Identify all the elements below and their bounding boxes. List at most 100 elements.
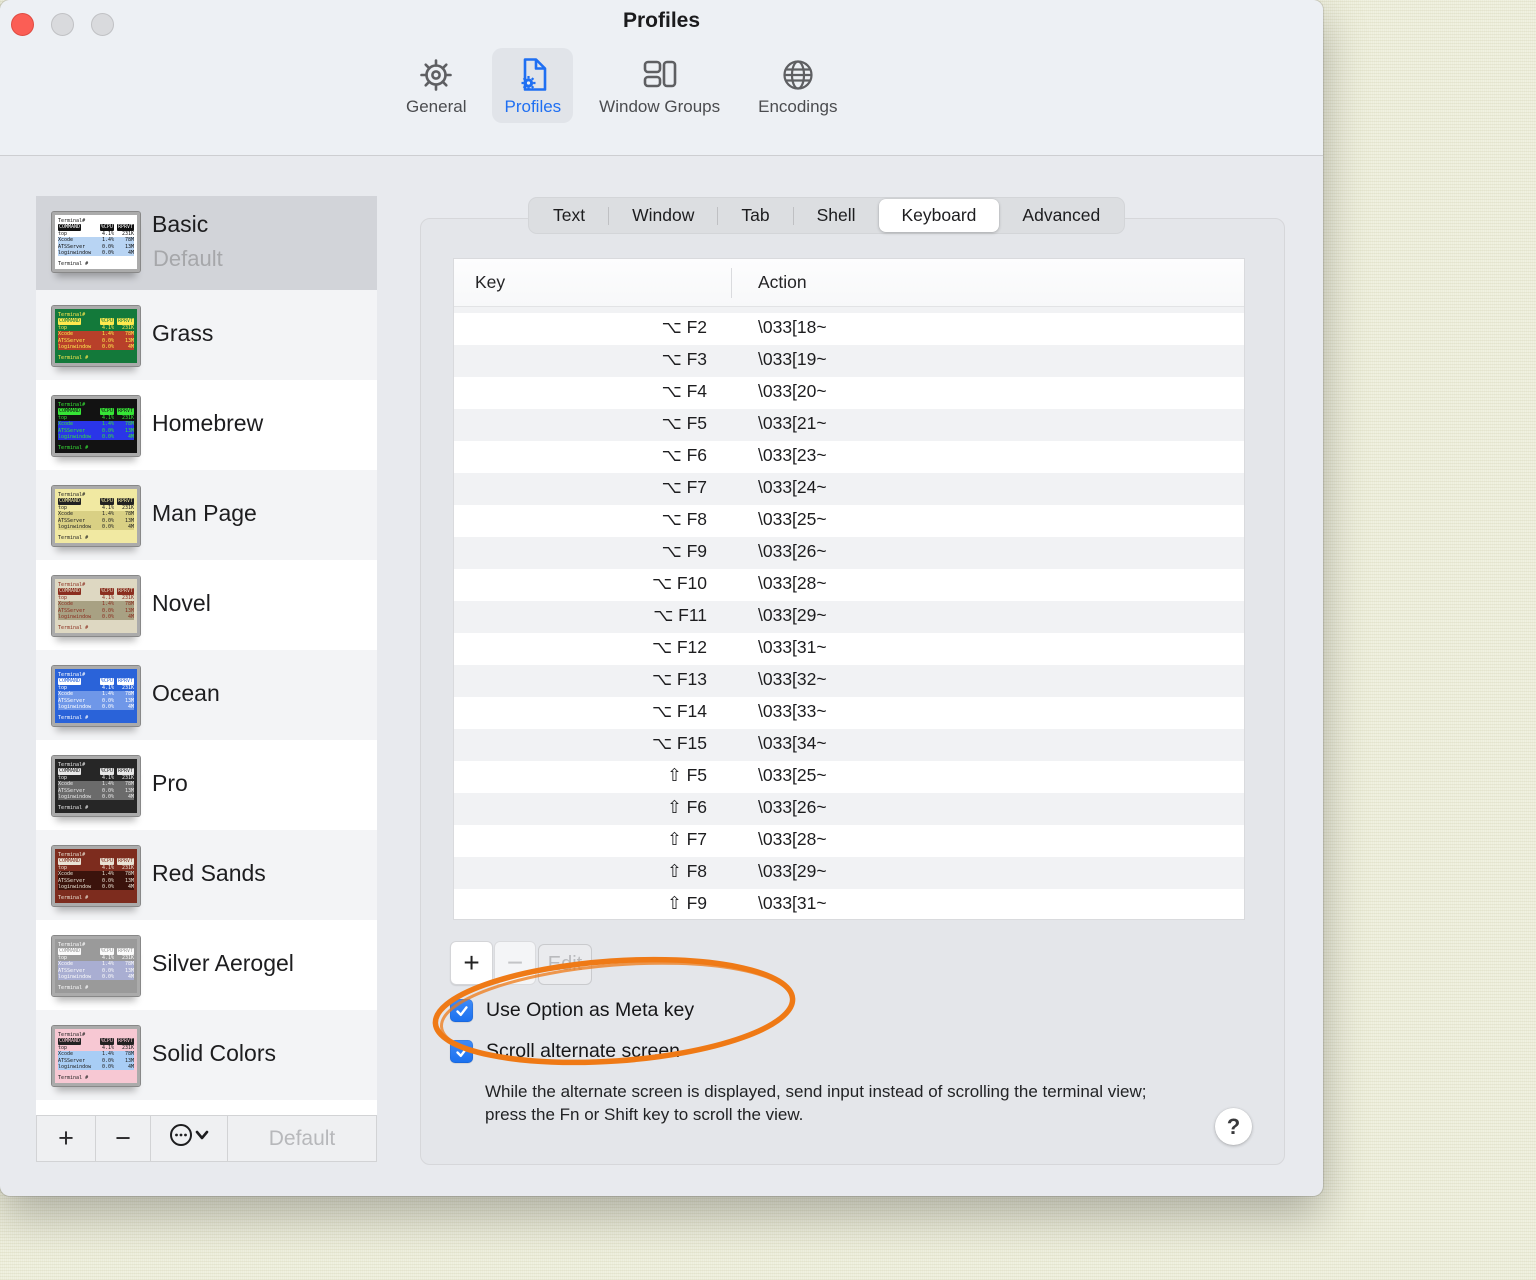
toolbar-item-window-groups[interactable]: Window Groups: [587, 48, 732, 123]
scroll-alternate-screen-row: Scroll alternate screen: [450, 1040, 680, 1063]
scroll-alternate-screen-label: Scroll alternate screen: [486, 1040, 681, 1062]
tab-advanced[interactable]: Advanced: [999, 199, 1123, 232]
key-mapping-row[interactable]: ⌥ F5 \033[21~: [454, 409, 1244, 441]
tab-shell[interactable]: Shell: [794, 199, 879, 232]
action-cell: \033[29~: [758, 861, 827, 881]
checkmark-icon: [455, 1046, 468, 1057]
key-mapping-row[interactable]: ⌥ F2 \033[18~: [454, 313, 1244, 345]
tab-window[interactable]: Window: [609, 199, 717, 232]
key-cell: ⇧ F8: [667, 861, 707, 881]
profile-thumbnail: Terminal# COMMAND %CPU RPRVT top 4.1% 231K Xco…: [51, 665, 141, 727]
action-cell: \033[25~: [758, 509, 827, 529]
key-cell: ⇧ F5: [667, 765, 707, 785]
action-column-header[interactable]: Action: [758, 272, 807, 293]
action-cell: \033[26~: [758, 797, 827, 817]
help-button[interactable]: ?: [1215, 1108, 1252, 1145]
action-cell: \033[31~: [758, 637, 827, 657]
profile-row-grass[interactable]: Terminal# COMMAND %CPU RPRVT top 4.1% 231K Xco…: [36, 290, 377, 380]
use-option-as-meta-checkbox[interactable]: [450, 999, 473, 1022]
key-mapping-row[interactable]: ⌥ F6 \033[23~: [454, 441, 1244, 473]
profile-thumbnail: Terminal# COMMAND %CPU RPRVT top 4.1% 231K Xco…: [51, 395, 141, 457]
profile-row-pro[interactable]: Terminal# COMMAND %CPU RPRVT top 4.1% 231K Xco…: [36, 740, 377, 830]
key-mapping-row[interactable]: ⌥ F3 \033[19~: [454, 345, 1244, 377]
key-cell: ⌥ F12: [651, 637, 707, 657]
profile-row-ocean[interactable]: Terminal# COMMAND %CPU RPRVT top 4.1% 231K Xco…: [36, 650, 377, 740]
key-mapping-row[interactable]: ⌥ F11 \033[29~: [454, 601, 1244, 633]
column-divider[interactable]: [731, 268, 732, 298]
profile-row-silver-aerogel[interactable]: Terminal# COMMAND %CPU RPRVT top 4.1% 231K Xco…: [36, 920, 377, 1010]
profile-thumbnail: Terminal# COMMAND %CPU RPRVT top 4.1% 231K Xco…: [51, 1025, 141, 1087]
action-cell: \033[34~: [758, 733, 827, 753]
profile-tabs: Text Window Tab Shell Keyboard Advanced: [528, 197, 1126, 234]
profile-row-basic[interactable]: Terminal# COMMAND %CPU RPRVT top 4.1% 231K Xco…: [36, 196, 377, 290]
remove-key-button[interactable]: −: [494, 941, 536, 985]
profile-thumbnail: Terminal# COMMAND %CPU RPRVT top 4.1% 231K Xco…: [51, 575, 141, 637]
profile-row-man-page[interactable]: Terminal# COMMAND %CPU RPRVT top 4.1% 231K Xco…: [36, 470, 377, 560]
key-mapping-row[interactable]: ⌥ F4 \033[20~: [454, 377, 1244, 409]
key-mapping-row[interactable]: ⌥ F15 \033[34~: [454, 729, 1244, 761]
tab-tab[interactable]: Tab: [718, 199, 792, 232]
remove-profile-button[interactable]: −: [96, 1116, 151, 1161]
edit-key-button[interactable]: Edit: [538, 944, 592, 985]
key-mapping-row[interactable]: ⇧ F9 \033[31~: [454, 889, 1244, 919]
toolbar-item-label: General: [406, 97, 467, 116]
key-column-header[interactable]: Key: [475, 272, 505, 293]
key-cell: ⌥ F14: [651, 701, 707, 721]
key-mapping-row[interactable]: ⌥ F10 \033[28~: [454, 569, 1244, 601]
action-cell: \033[21~: [758, 413, 827, 433]
key-mapping-row[interactable]: ⌥ F12 \033[31~: [454, 633, 1244, 665]
profile-row-solid-colors[interactable]: Terminal# COMMAND %CPU RPRVT top 4.1% 231K Xco…: [36, 1010, 377, 1100]
add-profile-button[interactable]: +: [37, 1116, 96, 1161]
key-cell: ⌥ F9: [661, 541, 707, 561]
key-mapping-row[interactable]: ⇧ F7 \033[28~: [454, 825, 1244, 857]
preferences-toolbar: General Profiles Window Groups Encodings: [394, 48, 850, 123]
key-cell: ⌥ F6: [661, 445, 707, 465]
key-cell: ⌥ F2: [661, 317, 707, 337]
profile-actions-menu-button[interactable]: [151, 1116, 228, 1161]
key-mapping-row[interactable]: ⌥ F9 \033[26~: [454, 537, 1244, 569]
toolbar-item-label: Profiles: [504, 97, 562, 116]
use-option-as-meta-row: Use Option as Meta key: [450, 999, 694, 1022]
action-cell: \033[26~: [758, 541, 827, 561]
key-mapping-row[interactable]: ⌥ F14 \033[33~: [454, 697, 1244, 729]
profile-row-red-sands[interactable]: Terminal# COMMAND %CPU RPRVT top 4.1% 231K Xco…: [36, 830, 377, 920]
key-mapping-row[interactable]: ⇧ F6 \033[26~: [454, 793, 1244, 825]
key-cell: ⌥ F4: [661, 381, 707, 401]
profile-thumbnail: Terminal# COMMAND %CPU RPRVT top 4.1% 231K Xco…: [51, 211, 141, 273]
toolbar-item-label: Encodings: [758, 97, 838, 116]
profile-thumbnail: Terminal# COMMAND %CPU RPRVT top 4.1% 231K Xco…: [51, 845, 141, 907]
toolbar-item-profiles[interactable]: Profiles: [492, 48, 574, 123]
action-cell: \033[23~: [758, 445, 827, 465]
profile-thumbnail: Terminal# COMMAND %CPU RPRVT top 4.1% 231K Xco…: [51, 485, 141, 547]
toolbar-item-general[interactable]: General: [394, 48, 478, 123]
key-cell: ⌥ F3: [661, 349, 707, 369]
ellipsis-circle-chevron-icon: [167, 1121, 211, 1156]
key-mapping-table: Key Action ⌥ F2 \033[18~ ⌥ F3 \033[19~ ⌥ F4 \…: [453, 258, 1245, 920]
action-cell: \033[24~: [758, 477, 827, 497]
action-cell: \033[20~: [758, 381, 827, 401]
profile-thumbnail: Terminal# COMMAND %CPU RPRVT top 4.1% 231K Xco…: [51, 755, 141, 817]
action-cell: \033[33~: [758, 701, 827, 721]
key-mapping-row[interactable]: ⌥ F7 \033[24~: [454, 473, 1244, 505]
key-mapping-row[interactable]: ⌥ F13 \033[32~: [454, 665, 1244, 697]
profile-name: Novel: [152, 590, 211, 616]
tab-text[interactable]: Text: [530, 199, 608, 232]
toolbar-item-label: Window Groups: [599, 97, 721, 116]
scroll-alternate-screen-checkbox[interactable]: [450, 1040, 473, 1063]
action-cell: \033[28~: [758, 829, 827, 849]
key-mapping-row[interactable]: ⇧ F5 \033[25~: [454, 761, 1244, 793]
add-key-button[interactable]: +: [450, 941, 493, 985]
key-mapping-row[interactable]: ⌥ F8 \033[25~: [454, 505, 1244, 537]
key-mapping-row[interactable]: ⇧ F8 \033[29~: [454, 857, 1244, 889]
table-body: ⌥ F2 \033[18~ ⌥ F3 \033[19~ ⌥ F4 \033[20~ ⌥ F5…: [454, 307, 1244, 919]
profile-row-novel[interactable]: Terminal# COMMAND %CPU RPRVT top 4.1% 231K Xco…: [36, 560, 377, 650]
profile-name: Solid Colors: [152, 1040, 276, 1066]
profile-name: Red Sands: [152, 860, 266, 886]
tab-keyboard[interactable]: Keyboard: [878, 199, 1000, 232]
key-cell: ⌥ F10: [651, 573, 707, 593]
profile-list-footer: + − Default: [36, 1115, 377, 1162]
profile-row-homebrew[interactable]: Terminal# COMMAND %CPU RPRVT top 4.1% 231K Xco…: [36, 380, 377, 470]
set-default-button[interactable]: Default: [228, 1116, 376, 1161]
profile-name: Basic: [152, 211, 209, 237]
toolbar-item-encodings[interactable]: Encodings: [746, 48, 849, 123]
